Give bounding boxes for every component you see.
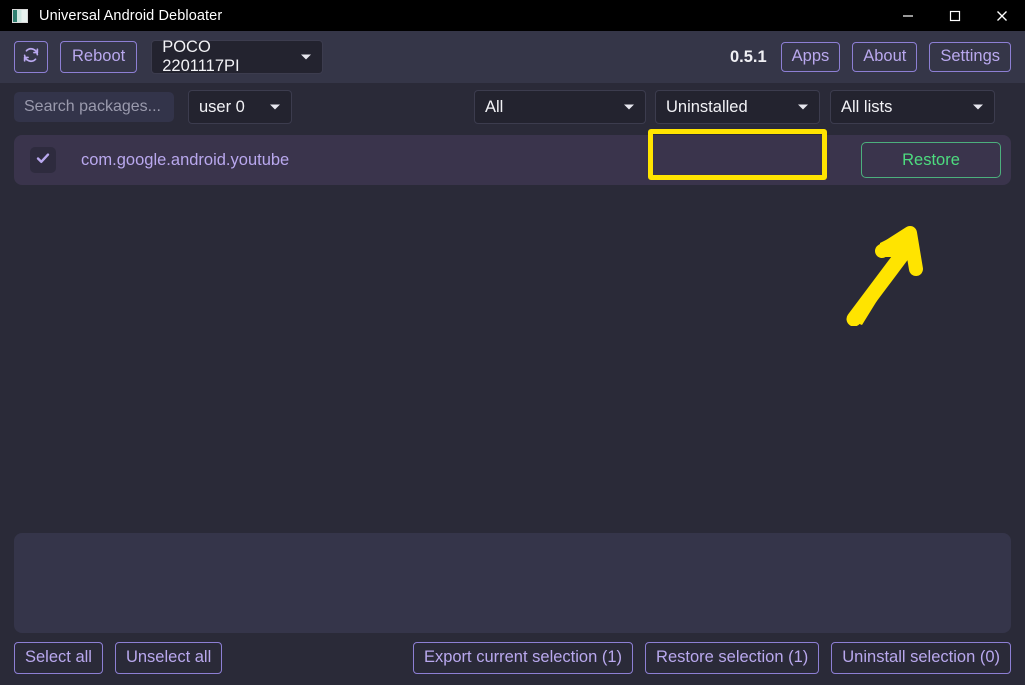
device-selector-value: POCO 2201117PI	[162, 38, 286, 76]
refresh-button[interactable]	[14, 41, 48, 73]
chevron-down-icon	[958, 103, 984, 111]
filter-bar: user 0 All Uninstalled All lists	[0, 83, 1025, 131]
refresh-icon	[22, 46, 40, 68]
bottom-action-bar: Select all Unselect all Export current s…	[0, 639, 1025, 685]
status-filter-selector[interactable]: Uninstalled	[655, 90, 820, 124]
version-label: 0.5.1	[730, 48, 767, 67]
toolbar-right-group: 0.5.1 Apps About Settings	[730, 42, 1011, 72]
minimize-icon[interactable]	[884, 0, 931, 31]
chevron-down-icon	[609, 103, 635, 111]
chevron-down-icon	[783, 103, 809, 111]
state-filter-value: All	[485, 98, 503, 117]
window-title: Universal Android Debloater	[39, 8, 222, 24]
app-root: Reboot POCO 2201117PI 0.5.1 Apps About S…	[0, 31, 1025, 685]
checkmark-icon	[35, 150, 51, 171]
close-icon[interactable]	[978, 0, 1025, 31]
about-button[interactable]: About	[852, 42, 917, 72]
package-list-empty-space	[14, 185, 1011, 533]
table-row[interactable]: com.google.android.youtube Restore	[14, 135, 1011, 185]
uninstall-selection-button[interactable]: Uninstall selection (0)	[831, 642, 1011, 674]
apps-button[interactable]: Apps	[781, 42, 841, 72]
app-window-icon	[12, 9, 28, 23]
select-all-button[interactable]: Select all	[14, 642, 103, 674]
window-controls	[884, 0, 1025, 31]
list-filter-selector[interactable]: All lists	[830, 90, 995, 124]
state-filter-selector[interactable]: All	[474, 90, 646, 124]
restore-button[interactable]: Restore	[861, 142, 1001, 178]
user-selector-value: user 0	[199, 98, 245, 117]
package-name: com.google.android.youtube	[81, 151, 289, 170]
bottom-right-group: Export current selection (1) Restore sel…	[413, 642, 1011, 674]
user-selector[interactable]: user 0	[188, 90, 292, 124]
search-input[interactable]	[14, 92, 174, 122]
window-titlebar: Universal Android Debloater	[0, 0, 1025, 31]
status-filter-value: Uninstalled	[666, 98, 748, 117]
reboot-button[interactable]: Reboot	[60, 41, 137, 73]
export-current-selection-button[interactable]: Export current selection (1)	[413, 642, 633, 674]
package-list: com.google.android.youtube Restore	[14, 135, 1011, 533]
list-filter-value: All lists	[841, 98, 892, 117]
chevron-down-icon	[286, 53, 312, 61]
package-description-panel	[14, 533, 1011, 633]
restore-selection-button[interactable]: Restore selection (1)	[645, 642, 819, 674]
unselect-all-button[interactable]: Unselect all	[115, 642, 222, 674]
package-checkbox[interactable]	[30, 147, 56, 173]
device-selector[interactable]: POCO 2201117PI	[151, 40, 323, 74]
maximize-icon[interactable]	[931, 0, 978, 31]
chevron-down-icon	[255, 103, 281, 111]
top-toolbar: Reboot POCO 2201117PI 0.5.1 Apps About S…	[0, 31, 1025, 83]
settings-button[interactable]: Settings	[929, 42, 1011, 72]
